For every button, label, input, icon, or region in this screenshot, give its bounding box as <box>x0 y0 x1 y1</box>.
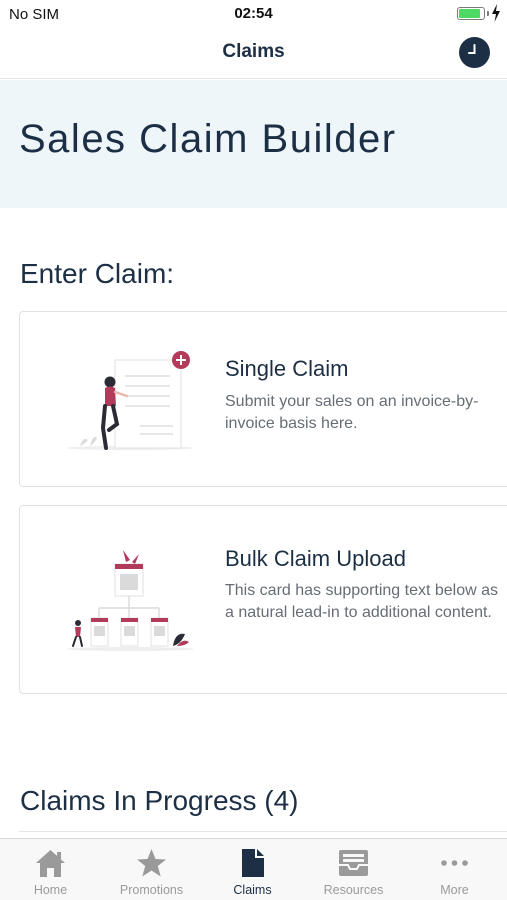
tab-more[interactable]: More <box>404 839 505 900</box>
tab-promotions[interactable]: Promotions <box>101 839 202 900</box>
charging-bolt-icon <box>492 4 500 22</box>
divider <box>19 831 507 832</box>
battery-icon <box>457 7 485 20</box>
history-button[interactable] <box>459 37 490 68</box>
tab-promotions-label: Promotions <box>119 883 184 897</box>
tab-home-label: Home <box>33 883 68 897</box>
single-claim-title: Single Claim <box>225 356 349 381</box>
single-claim-text: Submit your sales on an invoice-by-invoi… <box>225 393 479 432</box>
org-chart-illustration <box>66 550 194 651</box>
tab-resources-label: Resources <box>323 883 384 897</box>
claims-in-progress-heading: Claims In Progress (4) <box>20 785 299 816</box>
enter-claim-heading: Enter Claim: <box>20 258 175 289</box>
hero-banner: Sales Claim Builder <box>0 80 507 208</box>
page-title: Claims <box>222 41 285 62</box>
single-claim-card[interactable]: Single Claim Submit your sales on an inv… <box>19 311 507 487</box>
battery-level <box>459 9 480 18</box>
status-bar: No SIM 02:54 <box>0 0 507 28</box>
status-time: 02:54 <box>234 5 273 22</box>
tab-resources[interactable]: Resources <box>303 839 404 900</box>
tab-home[interactable]: Home <box>0 839 101 900</box>
tab-claims[interactable]: Claims <box>202 839 303 900</box>
tab-bar: Home Promotions Claims Resources More <box>0 838 507 900</box>
navigation-bar: Claims <box>0 28 507 79</box>
inbox-icon <box>339 850 368 876</box>
bulk-claim-text: This card has supporting text below as a… <box>225 582 499 621</box>
more-icon <box>441 860 468 866</box>
star-icon <box>137 849 166 877</box>
tab-more-label: More <box>440 883 469 897</box>
clock-icon <box>468 44 476 54</box>
person-with-document-illustration <box>66 351 194 450</box>
bulk-claim-title: Bulk Claim Upload <box>225 546 406 571</box>
bulk-claim-upload-card[interactable]: Bulk Claim Upload This card has supporti… <box>19 505 507 694</box>
tab-claims-label: Claims <box>233 883 272 897</box>
home-icon <box>36 850 65 877</box>
document-icon <box>242 849 264 877</box>
battery-tip <box>487 11 489 16</box>
hero-title: Sales Claim Builder <box>19 117 397 161</box>
